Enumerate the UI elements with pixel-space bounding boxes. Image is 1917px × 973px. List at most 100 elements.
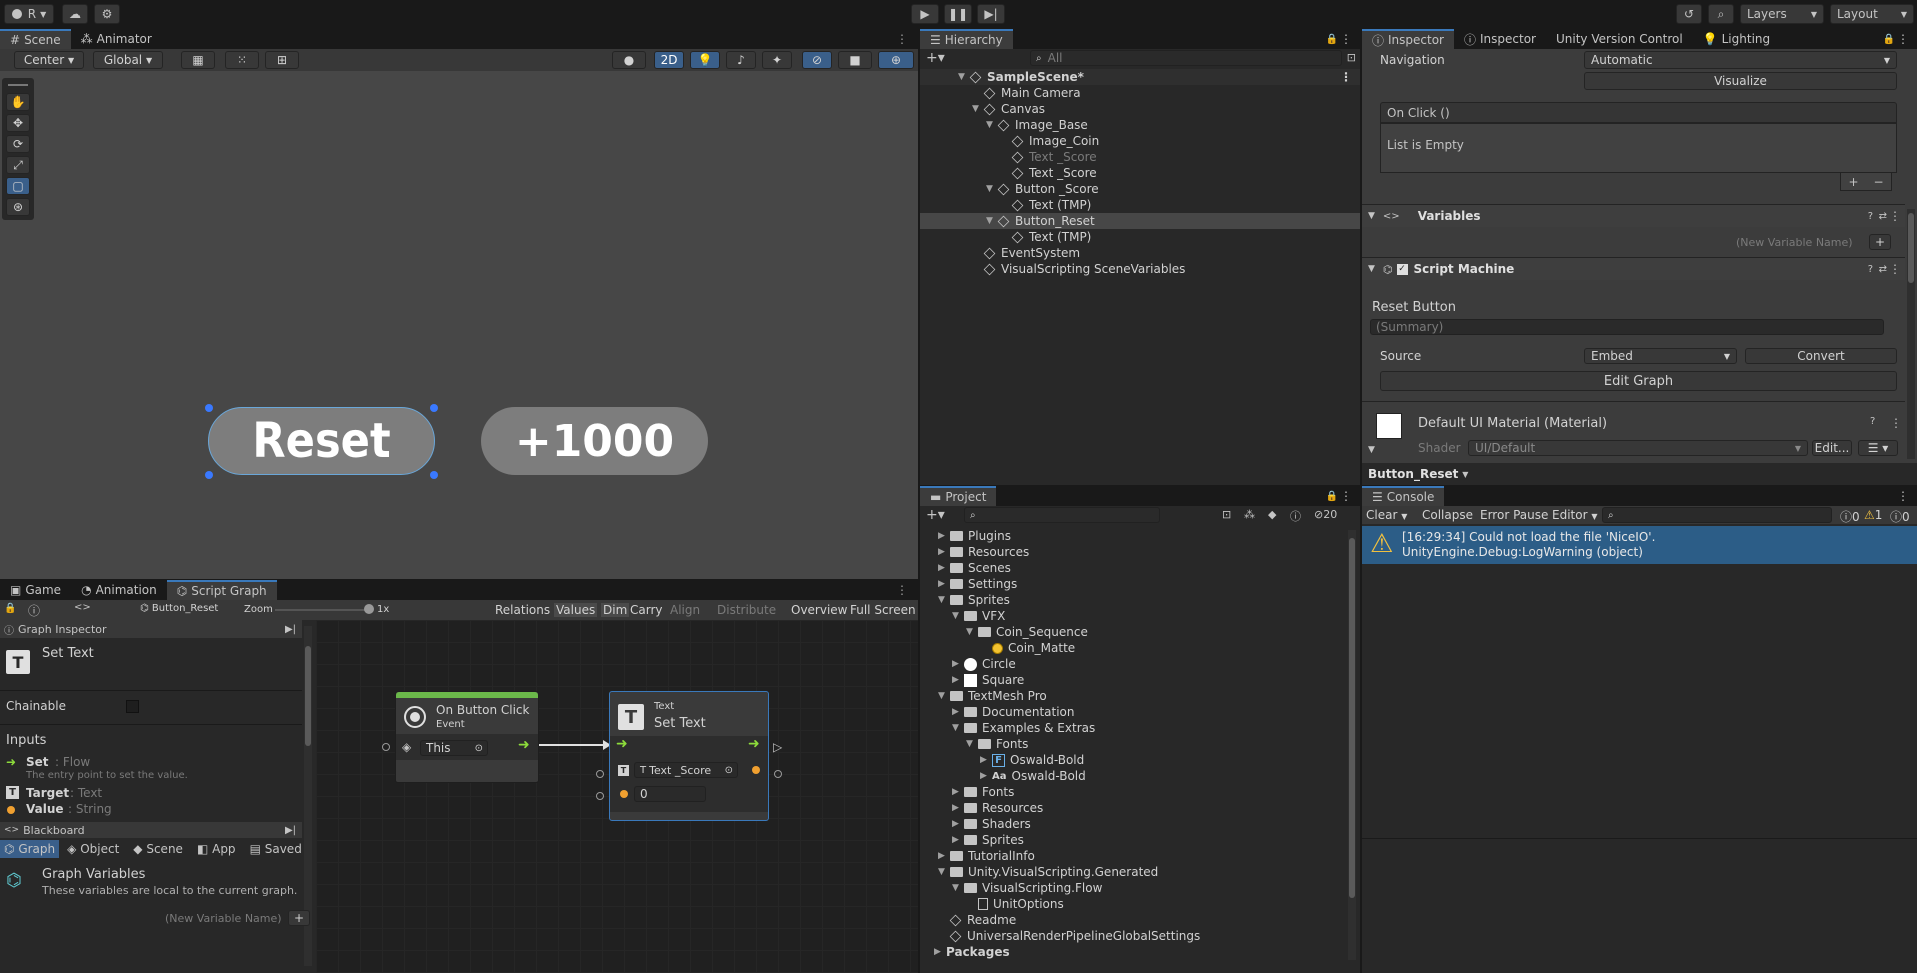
selection-handle[interactable]	[205, 404, 213, 412]
add-variable-button[interactable]: +	[288, 910, 310, 926]
chevron-right-icon[interactable]: ▶	[938, 579, 950, 589]
convert-button[interactable]: Convert	[1745, 348, 1897, 364]
align-dropdown[interactable]: Align	[670, 603, 700, 617]
tab-console[interactable]: ☰ Console	[1362, 486, 1445, 506]
grid-visibility-button[interactable]: ⁙	[225, 51, 259, 69]
tab-inspector-2[interactable]: ⓘ Inspector	[1454, 29, 1546, 49]
step-button[interactable]: ▶|	[977, 4, 1005, 24]
script-machine-header[interactable]: ▼ ⌬ ✓ Script Machine ? ⇄ ⋮	[1362, 258, 1905, 280]
project-item[interactable]: ▼ VisualScripting.Flow	[920, 880, 1102, 896]
move-tool-button[interactable]: ✥	[6, 114, 30, 132]
space-dropdown[interactable]: Global ▼	[93, 51, 163, 69]
scrollbar[interactable]	[1907, 209, 1915, 459]
shader-menu-button[interactable]: ☰ ▾	[1858, 440, 1898, 456]
project-item[interactable]: ▼ VFX	[920, 608, 1005, 624]
increment-snap-button[interactable]: ⊞	[265, 51, 299, 69]
values-button[interactable]: Values	[554, 603, 598, 617]
tab-scene[interactable]: # Scene	[0, 29, 71, 49]
info-icon[interactable]: ⓘ	[28, 602, 40, 619]
hierarchy-item[interactable]: Text (TMP)	[920, 229, 1360, 245]
value-field[interactable]: 0	[634, 786, 706, 802]
set-text-node[interactable]: T Text Set Text ➜ ➜ T T Text _Score ⊙ 0	[609, 691, 769, 821]
chevron-right-icon[interactable]: ▶	[952, 675, 964, 685]
tab-graph-vars[interactable]: ⌬ Graph	[0, 840, 60, 858]
chevron-right-icon[interactable]: ▶	[952, 835, 964, 845]
tab-scene-vars[interactable]: ◆ Scene	[127, 840, 189, 858]
chevron-down-icon[interactable]: ▼	[966, 739, 978, 749]
chevron-right-icon[interactable]: ▶	[952, 707, 964, 717]
new-variable-field[interactable]: (New Variable Name)	[1736, 236, 1853, 249]
inspector-footer[interactable]: Button_Reset ▼	[1362, 463, 1917, 485]
chevron-right-icon[interactable]: ▶	[938, 851, 950, 861]
lock-icon[interactable]: 🔒	[4, 603, 16, 614]
flow-in-port[interactable]: ➜	[616, 736, 628, 752]
flow-out-handle[interactable]: ▷	[773, 740, 782, 754]
tab-lighting[interactable]: 💡 Lighting	[1693, 29, 1780, 49]
more-menu-icon[interactable]: ⋮	[1340, 489, 1352, 503]
chevron-right-icon[interactable]: ▶	[980, 755, 992, 765]
project-item[interactable]: ▶ Circle	[920, 656, 1016, 672]
source-dropdown[interactable]: Embed ▼	[1584, 348, 1737, 364]
chainable-checkbox[interactable]	[126, 700, 139, 713]
chevron-right-icon[interactable]: ▶	[938, 547, 950, 557]
clear-button[interactable]: Clear ▼	[1366, 508, 1407, 522]
scale-tool-button[interactable]: ⤢	[6, 156, 30, 174]
project-item[interactable]: ▶ Documentation	[920, 704, 1075, 720]
rotate-tool-button[interactable]: ⟳	[6, 135, 30, 153]
chevron-right-icon[interactable]: ▶	[952, 659, 964, 669]
more-menu-icon[interactable]: ⋮	[896, 583, 908, 597]
type-filter-icon[interactable]: ⁂	[1244, 508, 1255, 521]
lock-icon[interactable]: 🔒	[1326, 34, 1338, 45]
target-out-port[interactable]	[774, 770, 782, 778]
lock-icon[interactable]: 🔒	[1326, 491, 1338, 502]
chevron-down-icon[interactable]: ▼	[938, 691, 950, 701]
play-button[interactable]: ▶	[911, 4, 939, 24]
project-item[interactable]: ▶ Plugins	[920, 528, 1011, 544]
visibility-toggle-icon[interactable]: ⊘20	[1314, 508, 1337, 521]
project-item[interactable]: UniversalRenderPipelineGlobalSettings	[920, 928, 1200, 944]
transform-tool-button[interactable]: ⊛	[6, 198, 30, 216]
enabled-checkbox[interactable]: ✓	[1396, 263, 1408, 275]
navigation-dropdown[interactable]: Automatic ▼	[1584, 51, 1897, 69]
help-icon[interactable]: ?	[1870, 416, 1875, 427]
project-search[interactable]: ⌕	[964, 507, 1160, 523]
chevron-right-icon[interactable]: ▶	[952, 787, 964, 797]
scrollbar[interactable]	[1348, 530, 1356, 960]
audio-toggle[interactable]: ♪	[726, 51, 756, 69]
rect-tool-button[interactable]: ▢	[6, 177, 30, 195]
project-item[interactable]: ▼ Coin_Sequence	[920, 624, 1088, 640]
add-variable-button[interactable]: +	[1869, 234, 1891, 250]
hierarchy-item[interactable]: VisualScripting SceneVariables	[920, 261, 1360, 277]
shading-mode-button[interactable]: ●	[612, 51, 646, 69]
tab-saved-vars[interactable]: ▤ Saved	[244, 840, 308, 858]
more-menu-icon[interactable]: ⋮	[1897, 489, 1909, 503]
chevron-down-icon[interactable]: ▼	[952, 611, 964, 621]
grid-snap-button[interactable]: ▦	[181, 51, 215, 69]
hierarchy-item[interactable]: EventSystem	[920, 245, 1360, 261]
editor-dropdown[interactable]: Editor ▼	[1552, 508, 1598, 522]
pivot-dropdown[interactable]: Center ▼	[14, 51, 84, 69]
scene-viewport[interactable]: ✋ ✥ ⟳ ⤢ ▢ ⊛ Reset +1000	[0, 71, 918, 579]
hierarchy-item[interactable]: Main Camera	[920, 85, 1360, 101]
hierarchy-item[interactable]: ▼ Button_Reset	[920, 213, 1360, 229]
cloud-button[interactable]: ☁	[62, 4, 88, 24]
console-search[interactable]: ⌕	[1602, 507, 1832, 523]
account-button[interactable]: R ▼	[4, 4, 54, 24]
add-icon[interactable]: +▾	[926, 50, 945, 66]
project-item[interactable]: ▶ Scenes	[920, 560, 1011, 576]
services-button[interactable]: ⚙	[94, 4, 120, 24]
project-item[interactable]: ▶ TutorialInfo	[920, 848, 1035, 864]
reset-button-preview[interactable]: Reset	[208, 407, 435, 475]
selection-handle[interactable]	[430, 471, 438, 479]
project-item[interactable]: ▶ Shaders	[920, 816, 1031, 832]
preset-icon[interactable]: ⇄	[1879, 211, 1887, 222]
project-item[interactable]: ▼ Examples & Extras	[920, 720, 1095, 736]
error-pause-button[interactable]: Error Pause	[1480, 508, 1548, 522]
chevron-down-icon[interactable]: ▼	[938, 867, 950, 877]
project-item[interactable]: ▶ Settings	[920, 576, 1017, 592]
breadcrumb[interactable]: ⌬ Button_Reset	[140, 603, 218, 614]
gizmos-button[interactable]: ⊕	[878, 51, 914, 69]
error-count[interactable]: ⓘ0	[1890, 508, 1910, 525]
search-button[interactable]: ⌕	[1708, 4, 1734, 24]
chevron-right-icon[interactable]: ▶	[938, 531, 950, 541]
